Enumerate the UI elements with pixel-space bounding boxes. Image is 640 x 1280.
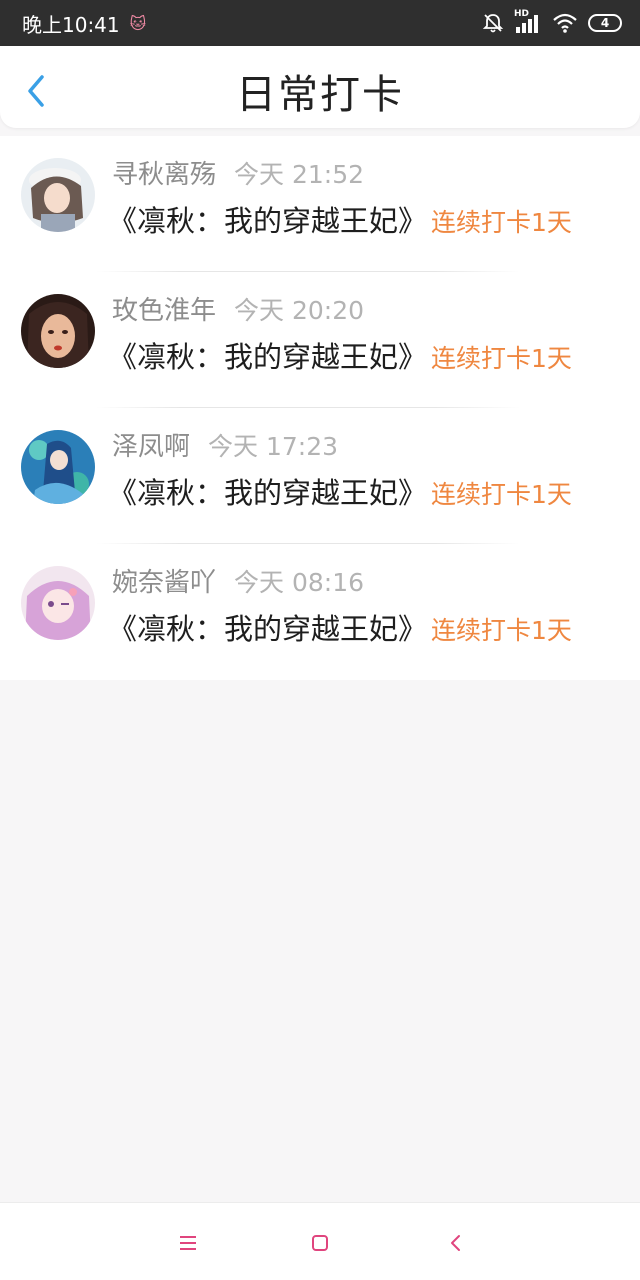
username: 泽凤啊 <box>112 432 191 462</box>
checkin-time: 今天 21:52 <box>234 160 365 189</box>
page-title: 日常打卡 <box>236 72 404 118</box>
list-item[interactable]: 婉奈酱吖 今天 08:16 《凛秋：我的穿越王妃》 连续打卡1天 <box>0 544 640 680</box>
book-title[interactable]: 《凛秋：我的穿越王妃》 <box>108 470 427 512</box>
book-title[interactable]: 《凛秋：我的穿越王妃》 <box>108 334 427 376</box>
streak-label: 连续打卡1天 <box>431 208 572 237</box>
list-item[interactable]: 玫色淮年 今天 20:20 《凛秋：我的穿越王妃》 连续打卡1天 <box>0 272 640 408</box>
book-title[interactable]: 《凛秋：我的穿越王妃》 <box>108 606 427 648</box>
avatar[interactable] <box>21 430 95 504</box>
system-nav-bar <box>0 1202 640 1280</box>
header: 日常打卡 <box>0 46 640 128</box>
status-time: 晚上10:41 <box>22 12 120 37</box>
menu-icon[interactable] <box>176 1231 200 1255</box>
checkin-list: 寻秋离殇 今天 21:52 《凛秋：我的穿越王妃》 连续打卡1天 玫色淮年 今天… <box>0 136 640 680</box>
streak-label: 连续打卡1天 <box>431 344 572 373</box>
signal-icon <box>516 15 538 33</box>
back-triangle-icon[interactable] <box>444 1231 468 1255</box>
streak-label: 连续打卡1天 <box>431 616 572 645</box>
username: 婉奈酱吖 <box>112 568 217 598</box>
checkin-time: 今天 08:16 <box>234 568 365 597</box>
streak-label: 连续打卡1天 <box>431 480 572 509</box>
wifi-icon <box>553 13 577 33</box>
username: 寻秋离殇 <box>112 160 217 190</box>
cat-notification-icon: 🐱 <box>129 13 147 33</box>
username: 玫色淮年 <box>112 296 217 326</box>
home-square-icon[interactable] <box>308 1231 332 1255</box>
checkin-time: 今天 20:20 <box>234 296 365 325</box>
status-bar: 晚上10:41 🐱 HD 4 <box>0 0 640 46</box>
avatar[interactable] <box>21 294 95 368</box>
avatar[interactable] <box>21 158 95 232</box>
list-item[interactable]: 泽凤啊 今天 17:23 《凛秋：我的穿越王妃》 连续打卡1天 <box>0 408 640 544</box>
battery-icon: 4 <box>588 14 622 32</box>
avatar[interactable] <box>21 566 95 640</box>
battery-level: 4 <box>600 16 610 30</box>
signal-group: HD <box>514 9 542 35</box>
checkin-time: 今天 17:23 <box>208 432 339 461</box>
book-title[interactable]: 《凛秋：我的穿越王妃》 <box>108 198 427 240</box>
mute-bell-icon <box>482 14 504 33</box>
list-item[interactable]: 寻秋离殇 今天 21:52 《凛秋：我的穿越王妃》 连续打卡1天 <box>0 136 640 272</box>
